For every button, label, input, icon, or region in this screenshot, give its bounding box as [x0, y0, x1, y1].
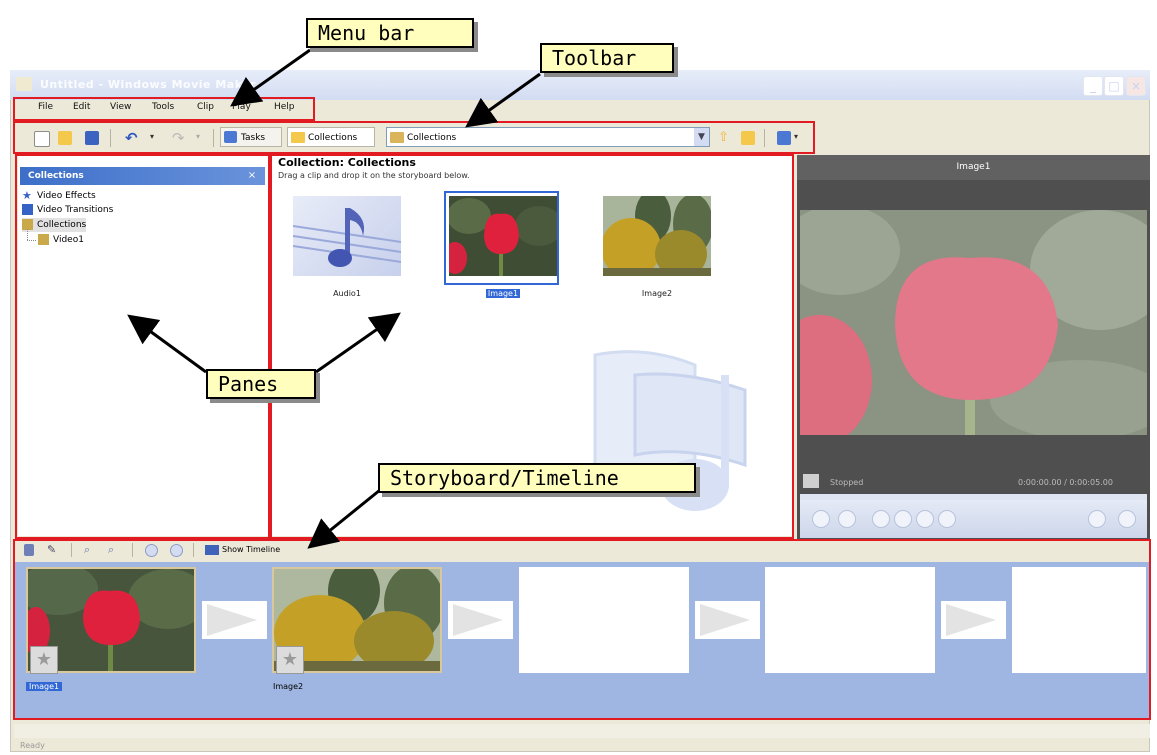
annotation-arrows [127, 48, 541, 549]
storyboard-callout: Storyboard/Timeline [378, 463, 696, 493]
panes-callout: Panes [206, 369, 316, 399]
toolbar-callout: Toolbar [540, 43, 674, 73]
menu-bar-callout: Menu bar [306, 18, 474, 48]
